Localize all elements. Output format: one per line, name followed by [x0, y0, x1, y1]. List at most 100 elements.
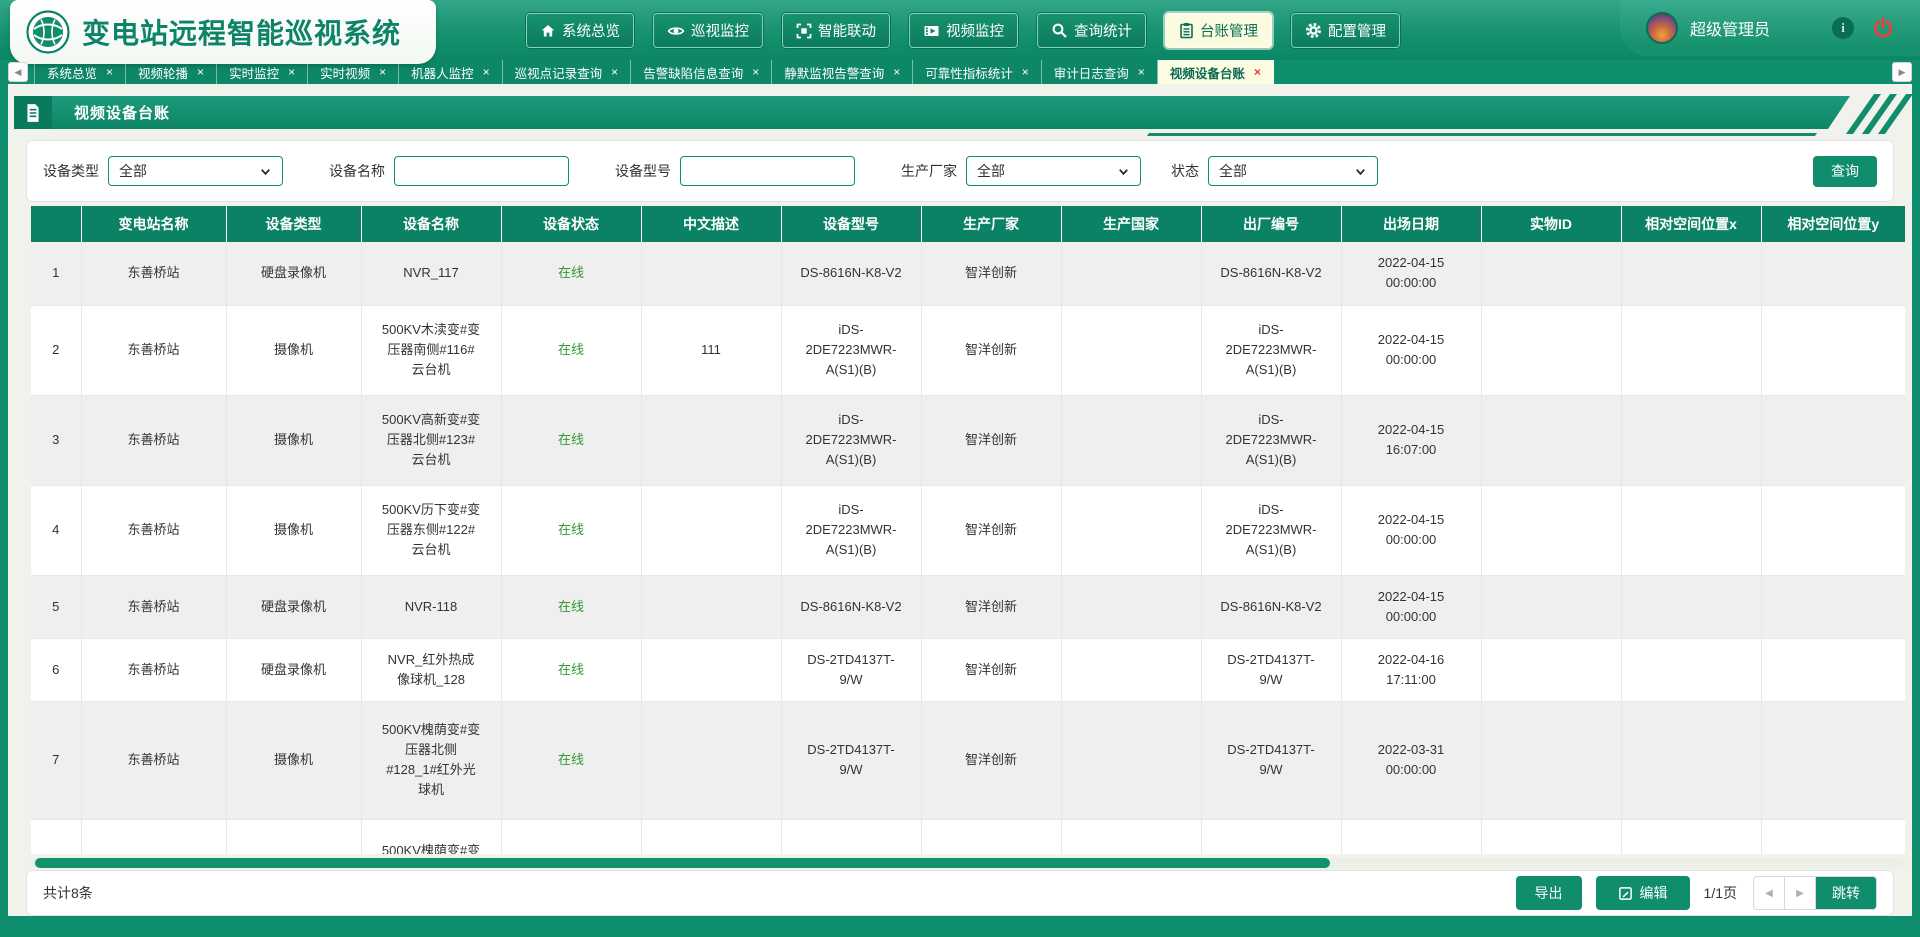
nav-config-management[interactable]: 配置管理	[1291, 13, 1400, 48]
tab-label: 告警缺陷信息查询	[643, 63, 743, 82]
nav-video-monitor[interactable]: 视频监控	[909, 13, 1018, 48]
table-row[interactable]: 2东善桥站摄像机500KV木渎变#变压器南侧#116#云台机在线111iDS-2…	[31, 305, 1905, 395]
nav-label: 系统总览	[562, 20, 620, 41]
status-select[interactable]: 全部	[1208, 156, 1378, 186]
close-icon[interactable]: ×	[288, 66, 295, 78]
table-row[interactable]: 4东善桥站摄像机500KV历下变#变压器东侧#122#云台机在线iDS-2DE7…	[31, 485, 1905, 575]
tab-patrol-record-query[interactable]: 巡视点记录查询×	[503, 60, 632, 84]
tab-scroll-right-icon[interactable]: ▶	[1892, 62, 1912, 82]
table-cell: 智洋创新	[921, 701, 1061, 819]
nav-query-stats[interactable]: 查询统计	[1037, 13, 1146, 48]
edit-icon	[1618, 886, 1633, 901]
table-cell: 智洋创新	[921, 242, 1061, 305]
table-cell: 在线	[501, 638, 641, 701]
filter-panel: 设备类型 全部 设备名称 设备型号 生产厂家 全部 状态 全部 查询	[26, 140, 1894, 202]
prev-page-icon[interactable]: ◀	[1754, 877, 1785, 909]
user-panel: 超级管理员 i	[1620, 0, 1920, 56]
table-row[interactable]: 6东善桥站硬盘录像机NVR_红外热成像球机_128在线DS-2TD4137T-9…	[31, 638, 1905, 701]
close-icon[interactable]: ×	[611, 66, 618, 78]
tab-scroll-left-icon[interactable]: ◀	[8, 62, 28, 82]
table-cell: 东善桥站	[81, 485, 226, 575]
edit-button[interactable]: 编辑	[1596, 876, 1690, 910]
nav-label: 智能联动	[818, 20, 876, 41]
tab-reliability-stats[interactable]: 可靠性指标统计×	[913, 60, 1042, 84]
jump-button[interactable]: 跳转	[1816, 877, 1876, 909]
table-cell	[641, 395, 781, 485]
table-cell: 6	[31, 638, 81, 701]
nav-system-overview[interactable]: 系统总览	[526, 13, 634, 48]
table-row[interactable]: 1东善桥站硬盘录像机NVR_117在线DS-8616N-K8-V2智洋创新DS-…	[31, 242, 1905, 305]
tab-label: 审计日志查询	[1054, 63, 1129, 82]
table-cell	[226, 819, 361, 854]
eye-icon	[667, 23, 685, 39]
table-cell: 在线	[501, 305, 641, 395]
table-cell	[501, 819, 641, 854]
manufacturer-select[interactable]: 全部	[966, 156, 1141, 186]
close-icon[interactable]: ×	[1022, 66, 1029, 78]
device-model-input[interactable]	[680, 156, 855, 186]
device-name-label: 设备名称	[329, 161, 385, 181]
home-icon	[540, 23, 556, 39]
close-icon[interactable]: ×	[483, 66, 490, 78]
nav-ledger-management[interactable]: 台账管理	[1165, 13, 1272, 48]
nav-label: 配置管理	[1328, 20, 1386, 41]
page-title: 视频设备台账	[74, 102, 170, 123]
table-cell: 2022-04-15 00:00:00	[1341, 575, 1481, 638]
table-cell: 500KV槐荫变#变	[361, 819, 501, 854]
table-cell	[1621, 638, 1761, 701]
tab-audit-log-query[interactable]: 审计日志查询 ×	[1042, 60, 1158, 84]
column-header: 出场日期	[1341, 206, 1481, 242]
nav-patrol-monitor[interactable]: 巡视监控	[653, 13, 763, 48]
close-icon[interactable]: ×	[752, 66, 759, 78]
table-cell: 2022-04-15 00:00:00	[1341, 485, 1481, 575]
table-cell: 摄像机	[226, 305, 361, 395]
table-cell	[1621, 575, 1761, 638]
scrollbar-thumb[interactable]	[35, 858, 1330, 868]
table-cell: 2022-04-16 17:11:00	[1341, 638, 1481, 701]
table-cell: 智洋创新	[921, 575, 1061, 638]
table-cell: NVR-118	[361, 575, 501, 638]
tab-video-device-ledger[interactable]: 视频设备台账×	[1158, 60, 1274, 84]
table-cell: DS-2TD4137T-9/W	[781, 701, 921, 819]
table-row[interactable]: 7东善桥站摄像机500KV槐荫变#变压器北侧#128_1#红外光球机在线DS-2…	[31, 701, 1905, 819]
table-cell: 4	[31, 485, 81, 575]
close-icon[interactable]: ×	[1138, 66, 1145, 78]
table-cell: 500KV槐荫变#变压器北侧#128_1#红外光球机	[361, 701, 501, 819]
column-header: 相对空间位置y	[1761, 206, 1905, 242]
export-button[interactable]: 导出	[1516, 876, 1582, 910]
close-icon[interactable]: ×	[1254, 66, 1261, 78]
close-icon[interactable]: ×	[893, 66, 900, 78]
tab-silent-alarm-query[interactable]: 静默监视告警查询×	[772, 60, 913, 84]
close-icon[interactable]: ×	[197, 66, 204, 78]
video-icon	[923, 23, 940, 39]
nav-smart-linkage[interactable]: 智能联动	[782, 13, 890, 48]
tab-label: 实时视频	[320, 63, 370, 82]
tab-alarm-defect-query[interactable]: 告警缺陷信息查询 ×	[631, 60, 772, 84]
device-name-input[interactable]	[394, 156, 569, 186]
chevron-down-icon	[1117, 165, 1130, 178]
close-icon[interactable]: ×	[379, 66, 386, 78]
table-row[interactable]: 3东善桥站摄像机500KV高新变#变压器北侧#123#云台机在线iDS-2DE7…	[31, 395, 1905, 485]
search-button[interactable]: 查询	[1813, 156, 1877, 187]
table-cell: 硬盘录像机	[226, 638, 361, 701]
device-table-wrap: 变电站名称设备类型设备名称设备状态中文描述设备型号生产厂家生产国家出厂编号出场日…	[31, 206, 1905, 854]
content-area: 视频设备台账 设备类型 全部 设备名称 设备型号 生产厂家 全部 状态 全部 查…	[8, 84, 1912, 916]
table-cell	[1761, 395, 1905, 485]
manufacturer-value: 全部	[977, 161, 1117, 181]
table-cell	[31, 819, 81, 854]
table-row[interactable]: 5东善桥站硬盘录像机NVR-118在线DS-8616N-K8-V2智洋创新DS-…	[31, 575, 1905, 638]
table-row[interactable]: 500KV槐荫变#变	[31, 819, 1905, 854]
info-icon[interactable]: i	[1832, 17, 1854, 39]
chevron-down-icon	[259, 165, 272, 178]
next-page-icon[interactable]: ▶	[1785, 877, 1816, 909]
close-icon[interactable]: ×	[106, 66, 113, 78]
table-cell	[1061, 395, 1201, 485]
table-cell: 500KV高新变#变压器北侧#123#云台机	[361, 395, 501, 485]
table-cell: NVR_红外热成像球机_128	[361, 638, 501, 701]
device-type-select[interactable]: 全部	[108, 156, 283, 186]
table-cell	[1061, 575, 1201, 638]
device-type-label: 设备类型	[43, 161, 99, 181]
table-cell: 500KV历下变#变压器东侧#122#云台机	[361, 485, 501, 575]
table-cell	[921, 819, 1061, 854]
power-icon[interactable]	[1872, 17, 1894, 39]
